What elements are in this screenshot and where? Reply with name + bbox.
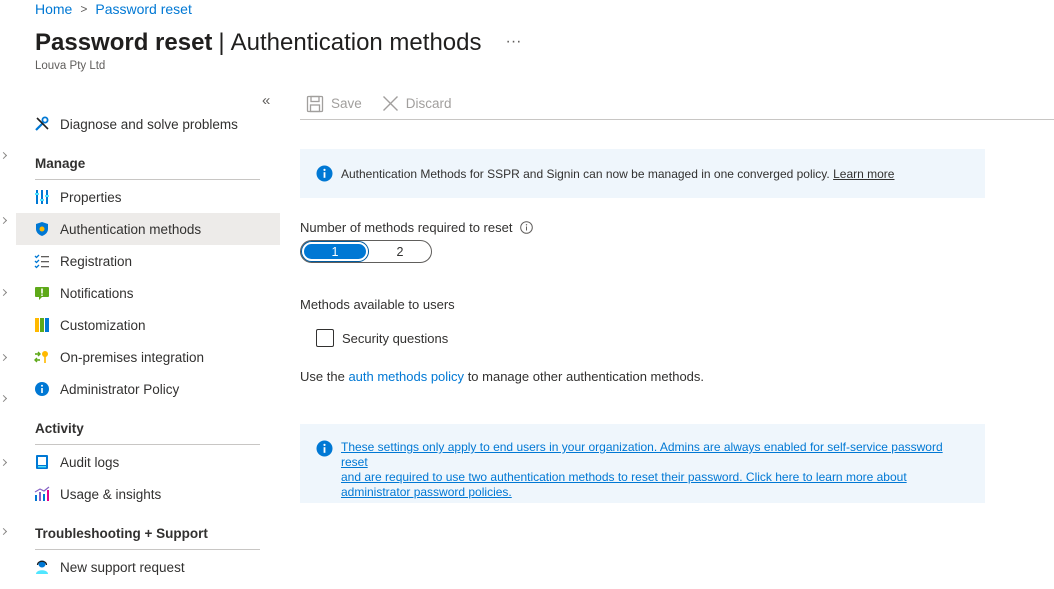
security-questions-checkbox[interactable] [316,329,334,347]
admin-policy-link-line1[interactable]: These settings only apply to end users i… [341,440,969,470]
info-banner-admin-policy: These settings only apply to end users i… [300,424,985,503]
chevron-icon [0,216,8,225]
page-title: Password reset | Authentication methods … [35,29,521,57]
checklist-icon [34,253,50,269]
support-person-icon [34,559,50,575]
page-title-sub: Authentication methods [230,29,482,56]
info-icon [316,440,333,457]
left-edge-strip [0,0,16,589]
breadcrumb: Home > Password reset [35,1,192,17]
learn-more-link[interactable]: Learn more [833,167,894,181]
page-title-separator: | [218,29,225,56]
auth-methods-policy-link[interactable]: auth methods policy [348,369,464,384]
breadcrumb-home-link[interactable]: Home [35,1,72,17]
methods-required-toggle: 1 2 [300,240,432,263]
chevron-icon [0,527,8,536]
sync-key-icon [34,349,50,365]
sidebar-item-properties[interactable]: Properties [16,181,280,213]
info-tooltip-icon[interactable] [520,221,534,234]
security-questions-label: Security questions [342,330,449,346]
sidebar-item-label: Audit logs [60,454,120,470]
sidebar-item-label: Registration [60,253,133,269]
save-label: Save [331,96,362,111]
sidebar-item-label: Administrator Policy [60,381,180,397]
banner-text: Authentication Methods for SSPR and Sign… [341,166,830,181]
auth-policy-note: Use the auth methods policy to manage ot… [300,369,704,384]
page-title-main: Password reset [35,29,213,56]
sidebar-item-label: Notifications [60,285,134,301]
sidebar-item-customization[interactable]: Customization [16,309,280,341]
section-title-troubleshooting: Troubleshooting + Support [35,526,208,541]
sidebar-item-diagnose[interactable]: Diagnose and solve problems [16,108,280,140]
policy-prefix: Use the [300,369,345,384]
info-icon [316,165,333,182]
section-title-manage: Manage [35,156,86,171]
methods-required-text: Number of methods required to reset [300,220,513,235]
section-divider [35,549,260,550]
sidebar-item-administrator-policy[interactable]: Administrator Policy [16,373,280,405]
discard-button[interactable]: Discard [382,95,452,112]
sidebar-item-notifications[interactable]: Notifications [16,277,280,309]
methods-option-1[interactable]: 1 [302,242,368,261]
organization-name: Louva Pty Ltd [35,60,106,72]
breadcrumb-separator: > [80,2,88,16]
info-icon [34,381,50,397]
section-divider [35,444,260,445]
policy-suffix: to manage other authentication methods. [467,369,705,384]
wrench-icon [34,116,50,132]
palette-icon [34,317,50,333]
chevron-icon [0,394,8,403]
chevron-icon [0,353,8,362]
sidebar-item-audit-logs[interactable]: Audit logs [16,446,280,478]
chevron-icon [0,288,8,297]
sidebar-item-label: Properties [60,189,122,205]
chevron-icon [0,151,8,160]
sidebar-item-registration[interactable]: Registration [16,245,280,277]
methods-option-2[interactable]: 2 [369,241,431,262]
breadcrumb-current-link[interactable]: Password reset [95,1,191,17]
sidebar-item-label: Usage & insights [60,486,162,502]
sidebar-item-label: Customization [60,317,146,333]
command-toolbar: Save Discard [300,88,1054,120]
sidebar-item-new-support-request[interactable]: New support request [16,551,280,583]
more-options-button[interactable]: ··· [505,33,521,51]
chevron-icon [0,458,8,467]
methods-required-label: Number of methods required to reset [300,220,534,235]
security-questions-option[interactable]: Security questions [316,329,448,347]
sidebar-item-on-premises-integration[interactable]: On-premises integration [16,341,280,373]
chart-icon [34,486,50,502]
info-banner-converged-policy: Authentication Methods for SSPR and Sign… [300,149,985,198]
close-icon [382,95,399,112]
notification-icon [34,285,50,301]
methods-available-label: Methods available to users [300,297,455,312]
save-icon [306,95,324,113]
sidebar-item-authentication-methods[interactable]: Authentication methods [16,213,280,245]
admin-policy-link-line3[interactable]: administrator password policies. [341,485,969,500]
admin-policy-link-line2[interactable]: and are required to use two authenticati… [341,470,969,485]
properties-icon [34,189,50,205]
sidebar-item-usage-insights[interactable]: Usage & insights [16,478,280,510]
section-divider [35,179,260,180]
sidebar-item-label: On-premises integration [60,349,205,365]
book-icon [34,454,50,470]
sidebar-item-label: Authentication methods [60,221,202,237]
admin-policy-link-group[interactable]: These settings only apply to end users i… [341,440,969,500]
discard-label: Discard [405,96,452,111]
section-title-activity: Activity [35,421,84,436]
collapse-sidebar-button[interactable]: « [262,92,270,109]
save-button[interactable]: Save [306,95,362,113]
shield-icon [34,221,50,237]
sidebar-item-label: New support request [60,559,185,575]
sidebar-item-label: Diagnose and solve problems [60,116,238,132]
